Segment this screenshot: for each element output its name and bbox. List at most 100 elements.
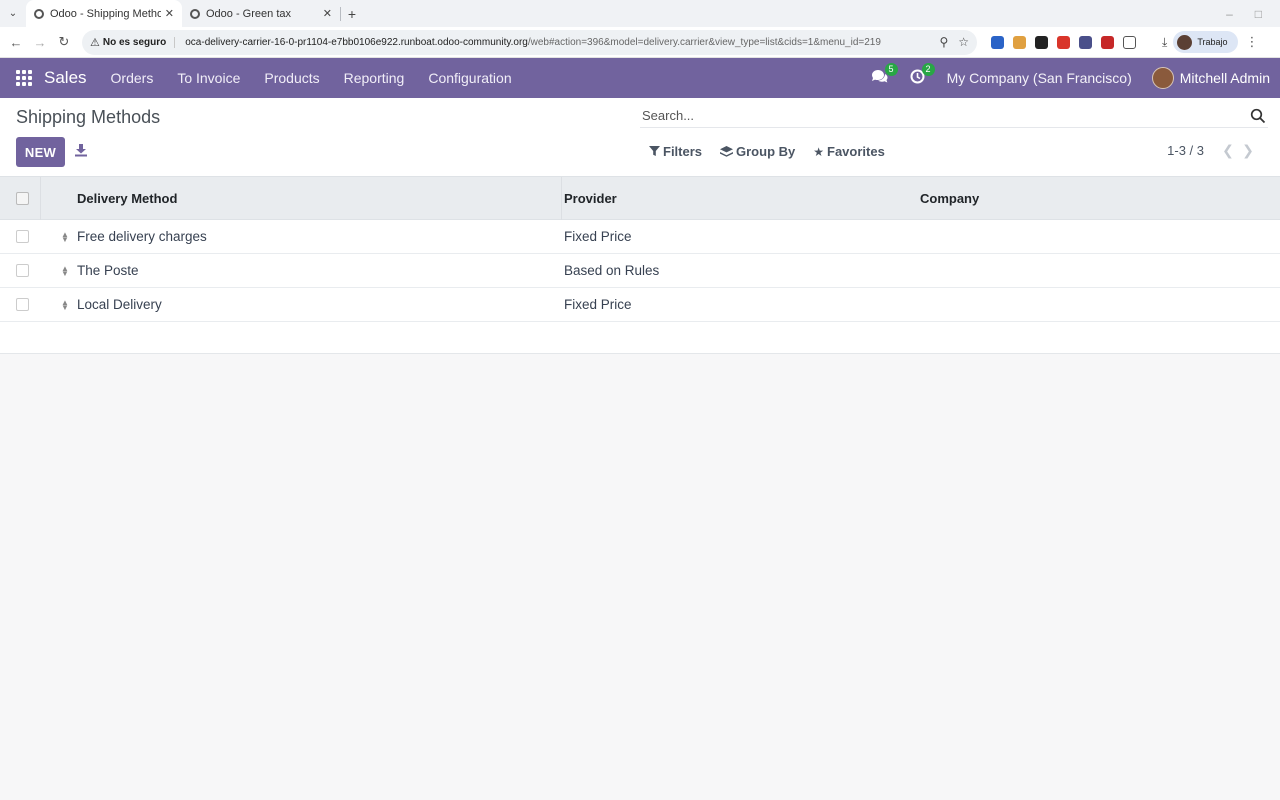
control-panel: Shipping Methods NEW Filters Group By ★ …: [0, 98, 1280, 177]
table-row[interactable]: ▲ ▼ The Poste Based on Rules: [0, 254, 1280, 288]
favorites-label: Favorites: [827, 144, 885, 159]
navbar-systray: 5 2 My Company (San Francisco) Mitchell …: [871, 58, 1270, 98]
favorites-button[interactable]: ★ Favorites: [813, 144, 885, 159]
reload-icon[interactable]: ↻: [52, 34, 76, 50]
new-button[interactable]: NEW: [16, 137, 65, 167]
browser-tab-green-tax[interactable]: Odoo - Green tax ✕: [182, 0, 340, 27]
pager-next-icon[interactable]: ❯: [1238, 142, 1258, 159]
cell-delivery-method[interactable]: Free delivery charges: [77, 229, 207, 244]
bookmark-star-icon[interactable]: ☆: [958, 35, 969, 49]
menu-products[interactable]: Products: [252, 70, 331, 86]
cell-provider[interactable]: Fixed Price: [564, 297, 632, 312]
cell-delivery-method[interactable]: The Poste: [77, 263, 139, 278]
drag-handle-icon[interactable]: ▲ ▼: [61, 264, 69, 277]
security-label[interactable]: No es seguro: [103, 36, 176, 48]
download-icon[interactable]: ⤓: [1162, 35, 1167, 50]
url-path: /web#action=396&model=delivery.carrier&v…: [527, 36, 881, 48]
menu-configuration[interactable]: Configuration: [416, 70, 523, 86]
browser-toolbar: ← → ↻ ⚠ No es seguro oca-delivery-carrie…: [0, 27, 1280, 58]
cell-delivery-method[interactable]: Local Delivery: [77, 297, 162, 312]
browser-tab-shipping-methods[interactable]: Odoo - Shipping Metho ✕: [26, 0, 182, 27]
search-bar: [640, 104, 1268, 128]
window-controls: – □: [1226, 0, 1280, 27]
tab-search-chevron-icon[interactable]: ⌄: [0, 0, 26, 27]
filters-label: Filters: [663, 144, 703, 159]
minimize-icon[interactable]: –: [1226, 7, 1233, 21]
odoo-favicon-icon: [190, 8, 200, 19]
table-row[interactable]: ▲ ▼ Local Delivery Fixed Price: [0, 288, 1280, 322]
profile-label: Trabajo: [1197, 37, 1228, 47]
close-tab-icon[interactable]: ✕: [165, 7, 174, 20]
extensions-area: ⤓: [991, 35, 1167, 50]
export-download-icon[interactable]: [74, 143, 88, 157]
extension-icon[interactable]: [1035, 35, 1048, 49]
back-arrow-icon[interactable]: ←: [4, 35, 28, 50]
company-switcher[interactable]: My Company (San Francisco): [947, 70, 1132, 86]
menu-orders[interactable]: Orders: [99, 70, 166, 86]
odoo-favicon-icon: [34, 8, 44, 19]
column-divider: [561, 177, 562, 220]
profile-avatar: [1177, 34, 1193, 50]
column-header-delivery-method[interactable]: Delivery Method: [77, 191, 177, 206]
pager-value[interactable]: 1-3 / 3: [1167, 143, 1204, 158]
group-by-button[interactable]: Group By: [720, 144, 795, 159]
tab-title: Odoo - Green tax: [206, 7, 291, 20]
extension-icon[interactable]: [1057, 35, 1070, 49]
app-menu-grid-icon[interactable]: [16, 70, 32, 86]
column-header-provider[interactable]: Provider: [564, 191, 617, 206]
close-tab-icon[interactable]: ✕: [323, 7, 332, 20]
search-input[interactable]: [640, 108, 1250, 123]
puzzle-extensions-icon[interactable]: [1123, 35, 1136, 49]
user-menu[interactable]: Mitchell Admin: [1180, 70, 1270, 86]
table-row[interactable]: ▲ ▼ Free delivery charges Fixed Price: [0, 220, 1280, 254]
extension-icon[interactable]: [1079, 35, 1092, 49]
star-icon: ★: [813, 144, 825, 159]
activities-clock-icon[interactable]: 2: [910, 62, 935, 88]
odoo-navbar: Sales Orders To Invoice Products Reporti…: [0, 58, 1280, 98]
browser-tab-strip: ⌄ Odoo - Shipping Metho ✕ Odoo - Green t…: [0, 0, 1280, 27]
extension-icon[interactable]: [1013, 35, 1026, 49]
new-tab-plus-icon[interactable]: +: [341, 6, 363, 22]
warning-triangle-icon: ⚠: [90, 36, 100, 49]
empty-row: [0, 322, 1280, 354]
url-text[interactable]: oca-delivery-carrier-16-0-pr1104-e7bb010…: [185, 37, 929, 48]
pager: 1-3 / 3 ❮ ❯: [1167, 142, 1258, 159]
extension-icon[interactable]: [1101, 35, 1114, 49]
messages-chat-icon[interactable]: 5: [871, 62, 898, 88]
profile-chip[interactable]: Trabajo: [1173, 31, 1238, 53]
row-checkbox[interactable]: [16, 298, 29, 311]
list-view: Delivery Method Provider Company ▲ ▼ Free…: [0, 177, 1280, 354]
tab-title: Odoo - Shipping Metho: [50, 7, 161, 20]
funnel-icon: [649, 146, 660, 156]
address-bar[interactable]: ⚠ No es seguro oca-delivery-carrier-16-0…: [82, 29, 977, 55]
browser-menu-icon[interactable]: ⋮: [1246, 34, 1259, 50]
drag-handle-icon[interactable]: ▲ ▼: [61, 230, 69, 243]
app-brand[interactable]: Sales: [44, 68, 87, 88]
menu-reporting[interactable]: Reporting: [332, 70, 417, 86]
column-divider: [40, 177, 41, 220]
search-icon[interactable]: [1250, 108, 1266, 124]
menu-to-invoice[interactable]: To Invoice: [165, 70, 252, 86]
drag-handle-icon[interactable]: ▲ ▼: [61, 298, 69, 311]
extension-icon[interactable]: [991, 35, 1004, 49]
row-checkbox[interactable]: [16, 264, 29, 277]
list-header: Delivery Method Provider Company: [0, 177, 1280, 220]
row-checkbox[interactable]: [16, 230, 29, 243]
layers-icon: [720, 145, 734, 157]
cell-provider[interactable]: Fixed Price: [564, 229, 632, 244]
filters-button[interactable]: Filters: [649, 144, 702, 159]
column-header-company[interactable]: Company: [920, 191, 979, 206]
pager-previous-icon[interactable]: ❮: [1218, 142, 1238, 159]
page-title: Shipping Methods: [16, 107, 161, 127]
cell-provider[interactable]: Based on Rules: [564, 263, 659, 278]
forward-arrow-icon[interactable]: →: [28, 35, 52, 50]
group-by-label: Group By: [736, 144, 796, 159]
url-host: oca-delivery-carrier-16-0-pr1104-e7bb010…: [185, 36, 528, 48]
messages-badge: 5: [884, 62, 898, 76]
maximize-icon[interactable]: □: [1255, 7, 1262, 21]
select-all-checkbox[interactable]: [16, 191, 29, 205]
activities-badge: 2: [921, 62, 935, 76]
search-options: Filters Group By ★ Favorites: [649, 144, 903, 159]
zoom-icon[interactable]: ⚲: [939, 35, 948, 49]
user-avatar[interactable]: [1151, 67, 1174, 89]
